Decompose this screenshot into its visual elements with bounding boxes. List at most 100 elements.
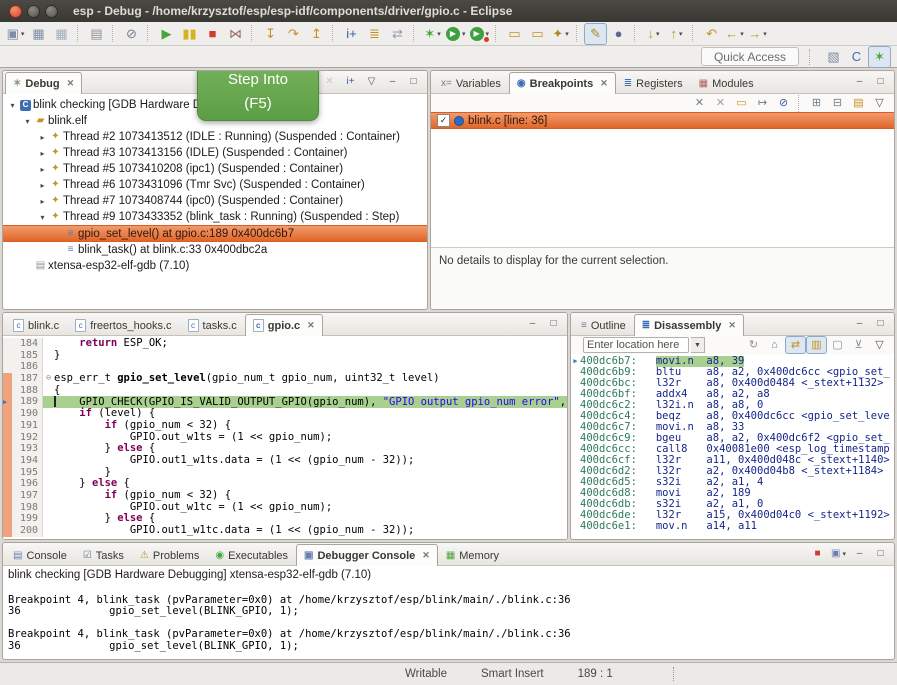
- step-over-button[interactable]: ↷: [282, 23, 305, 45]
- go-to-file-button[interactable]: ↦: [752, 94, 773, 112]
- minimize-button[interactable]: –: [382, 73, 403, 91]
- collapse-all-button[interactable]: ⊟: [827, 94, 848, 112]
- display-console-button[interactable]: ▣▾: [828, 545, 849, 563]
- minimize-window-button[interactable]: [27, 5, 40, 18]
- code-line[interactable]: 184 return ESP_OK;: [3, 338, 567, 350]
- suspend-button[interactable]: ▮▮: [178, 23, 201, 45]
- editor-tab-gpio-c[interactable]: cgpio.c✕: [245, 314, 323, 336]
- code-line[interactable]: 185}: [3, 350, 567, 362]
- last-edit-location-button[interactable]: ↶: [700, 23, 723, 45]
- minimize-button[interactable]: –: [849, 315, 870, 333]
- expander-icon[interactable]: ▾: [37, 213, 48, 222]
- drop-to-frame-button[interactable]: ≣: [363, 23, 386, 45]
- previous-annotation-button[interactable]: ↑▾: [665, 23, 688, 45]
- run-button[interactable]: ▶▾: [444, 23, 468, 45]
- console-tab-console[interactable]: ▤Console: [5, 545, 75, 565]
- dropdown-arrow-icon[interactable]: ▾: [740, 30, 744, 38]
- step-return-button[interactable]: ↥: [305, 23, 328, 45]
- terminate-button[interactable]: ■: [807, 545, 828, 563]
- open-new-view-button[interactable]: ▢: [827, 336, 848, 354]
- dropdown-arrow-icon[interactable]: ▾: [842, 550, 846, 558]
- disassembly-tab-outline[interactable]: ≡Outline: [573, 315, 634, 335]
- search-button[interactable]: ✦▾: [549, 23, 572, 45]
- close-tab-icon[interactable]: ✕: [307, 320, 315, 331]
- expander-icon[interactable]: ▸: [37, 133, 48, 142]
- expander-icon[interactable]: ▸: [37, 197, 48, 206]
- remove-breakpoint-button[interactable]: ✕: [689, 94, 710, 112]
- next-annotation-button[interactable]: ↓▾: [642, 23, 665, 45]
- save-all-button[interactable]: ▦: [50, 23, 73, 45]
- mark-occurrences-button[interactable]: ✎: [584, 23, 607, 45]
- view-menu-button[interactable]: ▽: [361, 73, 382, 91]
- editor-tab-blink-c[interactable]: cblink.c: [5, 315, 67, 335]
- close-window-button[interactable]: [9, 5, 22, 18]
- debug-tree-item[interactable]: ▸✦Thread #3 1073413156 (IDLE) (Suspended…: [3, 145, 427, 161]
- location-input[interactable]: [583, 337, 689, 353]
- breakpoints-tab-modules[interactable]: ▦Modules: [691, 73, 762, 93]
- close-tab-icon[interactable]: ✕: [728, 320, 736, 331]
- code-line[interactable]: 187⊖esp_err_t gpio_set_level(gpio_num_t …: [3, 373, 567, 385]
- home-button[interactable]: ⌂: [764, 336, 785, 354]
- terminate-button[interactable]: ■: [201, 23, 224, 45]
- expander-icon[interactable]: ▸: [37, 165, 48, 174]
- code-line[interactable]: 197 if (gpio_num < 32) {: [3, 490, 567, 502]
- fold-marker-icon[interactable]: ⊖: [43, 373, 54, 385]
- maximize-button[interactable]: □: [870, 73, 891, 91]
- group-by-button[interactable]: ▤: [848, 94, 869, 112]
- dropdown-arrow-icon[interactable]: ▾: [437, 30, 441, 38]
- debug-tree-item[interactable]: ▸✦Thread #6 1073431096 (Tmr Svc) (Suspen…: [3, 177, 427, 193]
- remove-all-terminated-button[interactable]: ✕: [319, 73, 340, 91]
- debug-button[interactable]: ✶▾: [421, 23, 444, 45]
- maximize-button[interactable]: □: [543, 315, 564, 333]
- pin-button[interactable]: ⊻: [848, 336, 869, 354]
- disconnect-button[interactable]: ⋈: [224, 23, 247, 45]
- debug-tree-item[interactable]: ▤xtensa-esp32-elf-gdb (7.10): [3, 258, 427, 274]
- expander-icon[interactable]: ▾: [22, 117, 33, 126]
- close-tab-icon[interactable]: ✕: [600, 78, 608, 89]
- debug-tree-item[interactable]: ▸✦Thread #2 1073413512 (IDLE : Running) …: [3, 129, 427, 145]
- minimize-button[interactable]: –: [522, 315, 543, 333]
- c-cpp-perspective-button[interactable]: C: [845, 46, 868, 68]
- sync-context-button[interactable]: ⇄: [785, 336, 806, 354]
- debug-perspective-button[interactable]: ✶: [868, 46, 891, 68]
- console-tab-executables[interactable]: ◉Executables: [207, 545, 296, 565]
- code-line[interactable]: 188{: [3, 385, 567, 397]
- debug-tree-item[interactable]: ▸✦Thread #5 1073410208 (ipc1) (Suspended…: [3, 161, 427, 177]
- debug-tree-item[interactable]: ≡gpio_set_level() at gpio.c:189 0x400dc6…: [3, 225, 427, 242]
- step-into-button[interactable]: ↧: [259, 23, 282, 45]
- resume-button[interactable]: ▶: [155, 23, 178, 45]
- use-step-filters-button[interactable]: ⇄: [386, 23, 409, 45]
- world-button[interactable]: ●: [607, 23, 630, 45]
- expander-icon[interactable]: ▾: [7, 101, 18, 110]
- dropdown-arrow-icon[interactable]: ▾: [656, 30, 660, 38]
- quick-access-button[interactable]: Quick Access: [701, 47, 799, 66]
- open-resource-button[interactable]: ▭: [526, 23, 549, 45]
- maximize-button[interactable]: □: [870, 545, 891, 563]
- location-dropdown-icon[interactable]: ▼: [691, 337, 705, 353]
- minimize-button[interactable]: –: [849, 545, 870, 563]
- console-tab-memory[interactable]: ▦Memory: [438, 545, 507, 565]
- breakpoint-item[interactable]: ✓blink.c [line: 36]: [431, 112, 894, 129]
- remove-all-breakpoints-button[interactable]: ✕: [710, 94, 731, 112]
- code-line[interactable]: 200 GPIO.out1_w1tc.data = (1 << (gpio_nu…: [3, 525, 567, 537]
- dropdown-arrow-icon[interactable]: ▾: [21, 30, 25, 38]
- instruction-stepping-mode-button[interactable]: i+: [340, 73, 361, 91]
- dropdown-arrow-icon[interactable]: ▾: [763, 30, 767, 38]
- show-breakpoints-supported-button[interactable]: ▭: [731, 94, 752, 112]
- maximize-window-button[interactable]: [45, 5, 58, 18]
- refresh-button[interactable]: ↻: [743, 336, 764, 354]
- debug-tree-item[interactable]: ▸✦Thread #7 1073408744 (ipc0) (Suspended…: [3, 193, 427, 209]
- skip-all-breakpoints-button[interactable]: ⊘: [773, 94, 794, 112]
- breakpoints-tab-breakpoints[interactable]: ◉Breakpoints✕: [509, 72, 616, 94]
- disassembly-line[interactable]: 400dc6e1: mov.n a14, a11: [571, 521, 894, 532]
- dropdown-arrow-icon[interactable]: ▾: [462, 30, 466, 38]
- dropdown-arrow-icon[interactable]: ▾: [565, 30, 569, 38]
- view-menu-button[interactable]: ▽: [869, 336, 890, 354]
- close-tab-icon[interactable]: ✕: [67, 78, 75, 89]
- maximize-button[interactable]: □: [403, 73, 424, 91]
- code-line[interactable]: 194 GPIO.out1_w1ts.data = (1 << (gpio_nu…: [3, 455, 567, 467]
- breakpoints-tab-variables[interactable]: x=Variables: [433, 73, 509, 93]
- instruction-stepping-button[interactable]: i+: [340, 23, 363, 45]
- expander-icon[interactable]: ▸: [37, 181, 48, 190]
- code-line[interactable]: 191 if (gpio_num < 32) {: [3, 420, 567, 432]
